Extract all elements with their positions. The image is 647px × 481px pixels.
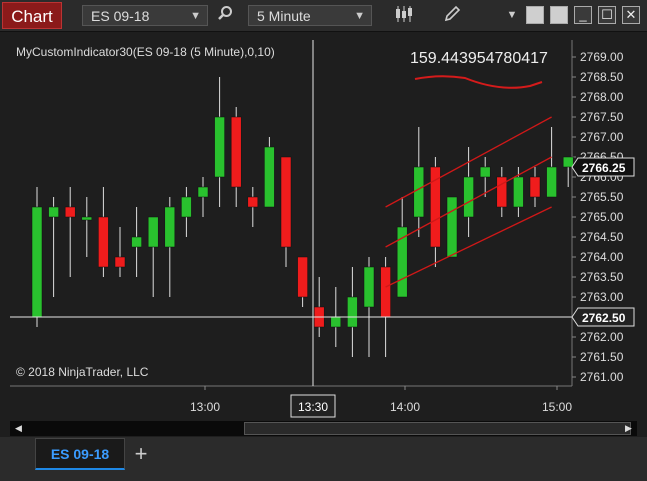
candle-up — [513, 176, 524, 208]
candle-up — [131, 236, 142, 248]
indicator-label: MyCustomIndicator30(ES 09-18 (5 Minute),… — [16, 45, 275, 59]
candle-down — [529, 176, 541, 198]
price-tick-label: 2763.00 — [580, 290, 624, 304]
price-tick-label: 2764.00 — [580, 250, 624, 264]
current-price-label: 2766.25 — [582, 161, 626, 175]
candle-up — [330, 316, 342, 328]
candle-down — [230, 116, 242, 188]
candle-up — [81, 216, 93, 221]
candle-up — [147, 216, 159, 248]
candle-up — [48, 206, 59, 218]
price-axis: 2769.00 2768.50 2768.00 2767.50 2767.00 2766.… — [571, 40, 624, 386]
candle-up — [264, 146, 275, 208]
candle-down — [64, 206, 76, 218]
candle-up — [181, 196, 192, 218]
candle-up — [479, 166, 491, 178]
price-chart[interactable]: 2769.00 2768.50 2768.00 2767.50 2767.00 2766.… — [0, 0, 647, 481]
price-tick-label: 2765.00 — [580, 210, 624, 224]
scroll-left-icon[interactable]: ◀ — [12, 422, 25, 435]
price-tick-label: 2768.50 — [580, 70, 624, 84]
price-tick-label: 2767.50 — [580, 110, 624, 124]
indicator-value: 159.443954780417 — [410, 50, 548, 67]
candle-up — [446, 196, 458, 258]
time-tick-label: 14:00 — [390, 400, 420, 414]
candle-down — [430, 166, 441, 248]
tab-es-09-18[interactable]: ES 09-18 — [35, 438, 125, 470]
candle-up — [546, 166, 557, 198]
candle-up — [31, 206, 43, 318]
candle-up — [463, 176, 474, 218]
horizontal-scrollbar[interactable]: ◀ ▶ — [10, 421, 637, 436]
candle-down — [247, 196, 259, 208]
candle-up — [197, 186, 209, 198]
price-tick-label: 2761.50 — [580, 350, 624, 364]
candle-up — [562, 156, 574, 168]
candle-up — [413, 166, 425, 218]
candle-up — [363, 266, 375, 308]
crosshair-price-label: 2762.50 — [582, 311, 626, 325]
add-tab-plus-icon[interactable]: + — [128, 440, 154, 468]
time-tick-label: 13:00 — [190, 400, 220, 414]
scroll-thumb[interactable] — [244, 422, 631, 435]
price-tick-label: 2761.00 — [580, 370, 624, 384]
instrument-tab-bar: ES 09-18 + — [0, 437, 647, 481]
price-tick-label: 2768.00 — [580, 90, 624, 104]
time-tick-label: 15:00 — [542, 400, 572, 414]
candle-up — [214, 116, 225, 178]
price-tick-label: 2765.50 — [580, 190, 624, 204]
candle-down — [380, 266, 391, 318]
scroll-right-icon[interactable]: ▶ — [622, 422, 635, 435]
candle-down — [280, 156, 292, 248]
candle-down — [114, 256, 126, 268]
price-tick-label: 2769.00 — [580, 50, 624, 64]
candle-up — [347, 296, 358, 328]
price-tick-label: 2763.50 — [580, 270, 624, 284]
hand-drawn-underline — [414, 75, 543, 89]
price-tick-label: 2762.00 — [580, 330, 624, 344]
copyright-text: © 2018 NinjaTrader, LLC — [16, 365, 149, 379]
regression-channel — [385, 116, 552, 288]
price-tick-label: 2764.50 — [580, 230, 624, 244]
crosshair-time-label: 13:30 — [298, 400, 328, 414]
candles — [31, 77, 574, 357]
candle-down — [98, 216, 109, 268]
price-tick-label: 2767.00 — [580, 130, 624, 144]
candle-up — [164, 206, 176, 248]
candle-down — [297, 256, 308, 298]
